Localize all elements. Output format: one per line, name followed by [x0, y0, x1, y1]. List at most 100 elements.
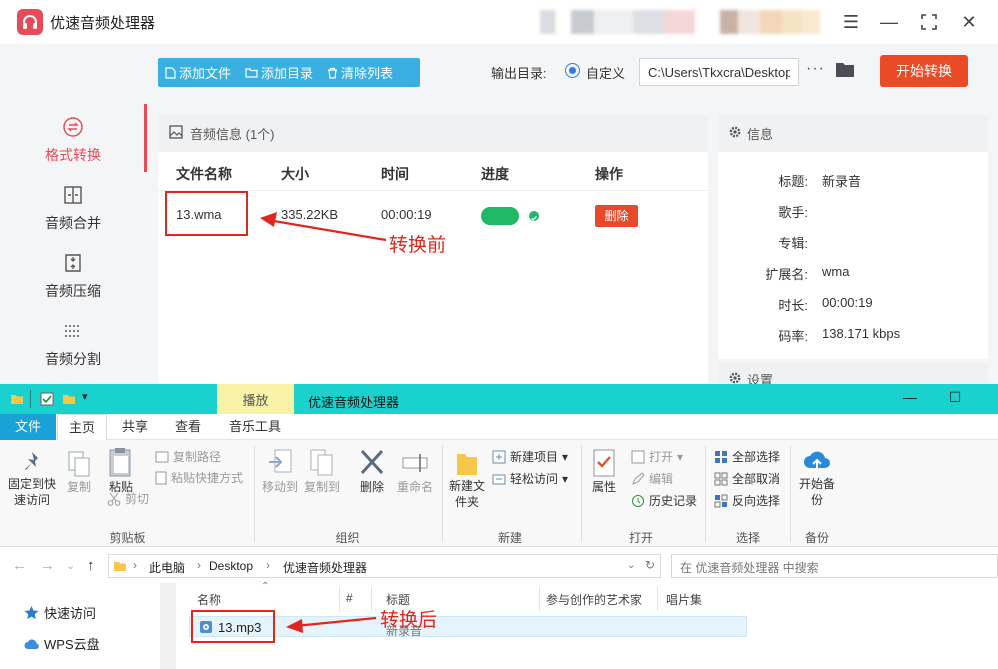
- forward-arrow-icon[interactable]: →: [40, 557, 55, 574]
- column-artists[interactable]: 参与创作的艺术家: [546, 591, 642, 608]
- open-folder-icon[interactable]: [835, 61, 855, 81]
- new-folder-button[interactable]: 新建文件夹: [446, 448, 488, 510]
- breadcrumb-folder[interactable]: 优速音频处理器: [283, 559, 367, 576]
- column-divider: [339, 587, 340, 611]
- custom-dir-radio[interactable]: [565, 63, 580, 78]
- breadcrumb-sep-icon: ›: [266, 558, 270, 572]
- nav-scrollbar[interactable]: [160, 583, 176, 669]
- minimize-icon[interactable]: —: [900, 389, 920, 405]
- breadcrumb-sep-icon: ›: [197, 558, 201, 572]
- recent-dropdown-icon[interactable]: ⌄: [66, 559, 75, 572]
- breadcrumb-desktop[interactable]: Desktop: [209, 559, 253, 573]
- paste-shortcut-button[interactable]: 粘贴快捷方式: [155, 469, 243, 486]
- properties-check-icon[interactable]: [40, 392, 54, 406]
- tab-play-contextual[interactable]: 播放: [217, 384, 294, 414]
- app-titlebar: 优速音频处理器 ☰ — ✕: [0, 0, 998, 44]
- output-path-input[interactable]: [639, 58, 799, 86]
- breadcrumb-this-pc[interactable]: 此电脑: [149, 559, 185, 576]
- rename-icon: [402, 454, 428, 472]
- sidebar-item-format-convert[interactable]: 格式转换: [0, 104, 147, 172]
- more-options-icon[interactable]: ···: [806, 60, 825, 78]
- delete-button[interactable]: 删除: [357, 448, 387, 495]
- search-input[interactable]: 在 优速音频处理器 中搜索: [671, 554, 998, 578]
- sidebar-item-audio-merge[interactable]: 音频合并: [0, 172, 146, 240]
- edit-button[interactable]: 编辑: [631, 470, 673, 487]
- close-icon[interactable]: ✕: [957, 10, 981, 34]
- sidebar-item-audio-split[interactable]: 音频分割: [0, 308, 146, 376]
- easy-access-button[interactable]: 轻松访问 ▾: [492, 470, 568, 487]
- open-button[interactable]: 打开 ▾: [631, 448, 683, 465]
- nav-wps-cloud-label: WPS云盘: [44, 637, 100, 652]
- move-to-button[interactable]: 移动到: [261, 448, 299, 495]
- cut-button[interactable]: 剪切: [107, 490, 149, 507]
- address-dropdown-icon[interactable]: ⌄: [627, 560, 635, 571]
- info-duration-value: 00:00:19: [822, 295, 873, 310]
- column-album[interactable]: 唱片集: [666, 591, 702, 608]
- tab-music-tools[interactable]: 音乐工具: [224, 414, 286, 440]
- explorer-titlebar: ▾ 播放 优速音频处理器 — ☐: [0, 384, 998, 414]
- paste-button[interactable]: 粘贴: [104, 446, 138, 495]
- history-button[interactable]: 历史记录: [631, 492, 697, 509]
- output-dir-label: 输出目录:: [491, 66, 547, 81]
- invert-select-button[interactable]: 反向选择: [714, 492, 780, 509]
- info-duration-key: 时长:: [778, 298, 808, 313]
- tab-file[interactable]: 文件: [0, 414, 56, 440]
- clear-list-button[interactable]: 清除列表: [320, 63, 400, 82]
- tab-share[interactable]: 共享: [115, 414, 155, 440]
- maximize-icon[interactable]: ☐: [945, 389, 965, 406]
- new-item-label: 新建项目: [510, 450, 559, 464]
- delete-label: 删除: [359, 480, 384, 494]
- ribbon-tabs: 文件 主页 共享 查看 音乐工具: [0, 414, 998, 440]
- properties-button[interactable]: 属性: [588, 448, 620, 495]
- new-item-button[interactable]: 新建项目 ▾: [492, 448, 568, 465]
- up-arrow-icon[interactable]: ↑: [87, 557, 95, 574]
- file-explorer-window: ▾ 播放 优速音频处理器 — ☐ 文件 主页 共享 查看 音乐工具 固定到快速访…: [0, 384, 998, 669]
- select-none-icon: [714, 472, 728, 485]
- column-name[interactable]: 名称: [197, 591, 221, 608]
- nav-wps-cloud[interactable]: WPS云盘: [24, 634, 100, 653]
- app-logo-icon: [17, 9, 43, 35]
- column-track[interactable]: #: [346, 591, 353, 605]
- delete-row-button[interactable]: 删除: [595, 205, 638, 227]
- start-backup-label: 开始备份: [798, 477, 835, 507]
- invert-select-label: 反向选择: [732, 494, 781, 508]
- nav-quick-access[interactable]: 快速访问: [24, 603, 96, 622]
- copy-to-button[interactable]: 复制到: [303, 448, 341, 495]
- start-backup-button[interactable]: 开始备份: [797, 448, 837, 508]
- scissors-icon: [107, 492, 121, 506]
- select-none-label: 全部取消: [732, 472, 781, 486]
- rename-button[interactable]: 重命名: [395, 448, 435, 495]
- tab-view[interactable]: 查看: [168, 414, 208, 440]
- qa-dropdown-icon[interactable]: ▾: [82, 390, 88, 403]
- settings-header[interactable]: 设置: [718, 362, 988, 384]
- breadcrumb-sep-icon: ›: [133, 558, 137, 572]
- paste-shortcut-icon: [155, 471, 167, 484]
- new-folder-qa-icon[interactable]: [62, 392, 76, 406]
- select-all-button[interactable]: 全部选择: [714, 448, 780, 465]
- pin-quick-access-button[interactable]: 固定到快速访问: [6, 450, 58, 508]
- easy-access-label: 轻松访问: [510, 472, 559, 486]
- start-convert-button[interactable]: 开始转换: [880, 55, 968, 87]
- menu-icon[interactable]: ☰: [839, 10, 863, 34]
- select-none-button[interactable]: 全部取消: [714, 470, 780, 487]
- copy-label: 复制: [66, 480, 91, 494]
- column-action: 操作: [595, 166, 623, 182]
- folder-icon: [114, 562, 126, 571]
- open-icon: [631, 450, 645, 463]
- sidebar-label: 格式转换: [45, 147, 101, 163]
- minimize-icon[interactable]: —: [877, 10, 901, 34]
- refresh-icon[interactable]: ↻: [645, 558, 655, 572]
- tab-home[interactable]: 主页: [57, 414, 107, 440]
- copy-path-button[interactable]: 复制路径: [155, 448, 221, 465]
- copy-icon: [68, 451, 90, 477]
- new-folder-label: 新建文件夹: [448, 479, 485, 509]
- qa-divider: [30, 390, 31, 408]
- add-dir-button[interactable]: 添加目录: [238, 63, 320, 82]
- maximize-icon[interactable]: [917, 10, 941, 34]
- add-file-button[interactable]: 添加文件: [158, 63, 238, 82]
- copy-button[interactable]: 复制: [64, 450, 94, 495]
- sidebar-item-audio-compress[interactable]: 音频压缩: [0, 240, 146, 308]
- group-organize: 组织: [335, 531, 360, 545]
- address-bar[interactable]: › 此电脑 › Desktop › 优速音频处理器 ⌄ ↻: [108, 554, 661, 578]
- back-arrow-icon[interactable]: ←: [12, 557, 27, 574]
